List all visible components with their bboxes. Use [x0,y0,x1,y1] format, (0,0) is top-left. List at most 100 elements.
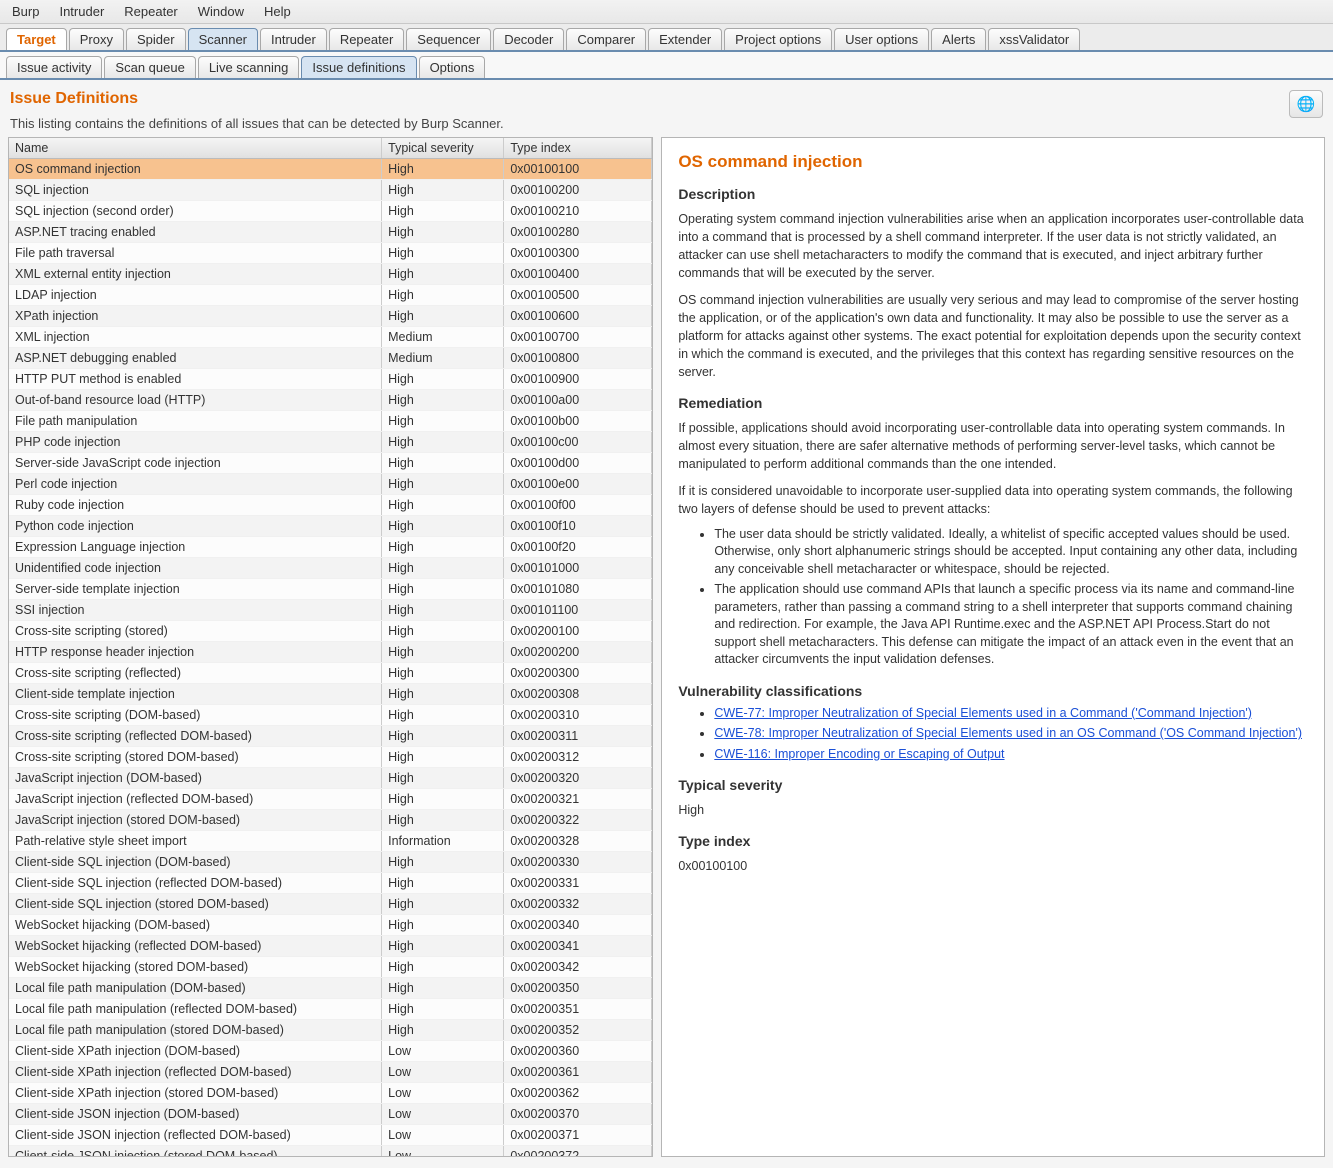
cell-type-index: 0x00200341 [504,936,652,956]
tab-proxy[interactable]: Proxy [69,28,124,50]
description-para-1: Operating system command injection vulne… [678,210,1308,283]
table-row[interactable]: Cross-site scripting (stored DOM-based)H… [9,747,652,768]
tab-intruder[interactable]: Intruder [260,28,327,50]
table-row[interactable]: Cross-site scripting (reflected DOM-base… [9,726,652,747]
subtab-options[interactable]: Options [419,56,486,78]
table-row[interactable]: Client-side SQL injection (DOM-based)Hig… [9,852,652,873]
cell-name: Client-side JSON injection (reflected DO… [9,1125,382,1145]
table-row[interactable]: JavaScript injection (DOM-based)High0x00… [9,768,652,789]
tab-project-options[interactable]: Project options [724,28,832,50]
table-row[interactable]: Client-side XPath injection (stored DOM-… [9,1083,652,1104]
table-row[interactable]: Server-side template injectionHigh0x0010… [9,579,652,600]
subtab-live-scanning[interactable]: Live scanning [198,56,300,78]
menu-burp[interactable]: Burp [6,2,45,21]
table-row[interactable]: Expression Language injectionHigh0x00100… [9,537,652,558]
table-row[interactable]: File path traversalHigh0x00100300 [9,243,652,264]
table-row[interactable]: Perl code injectionHigh0x00100e00 [9,474,652,495]
table-row[interactable]: Client-side SQL injection (reflected DOM… [9,873,652,894]
table-row[interactable]: Client-side XPath injection (DOM-based)L… [9,1041,652,1062]
table-row[interactable]: Client-side JSON injection (reflected DO… [9,1125,652,1146]
table-row[interactable]: XPath injectionHigh0x00100600 [9,306,652,327]
cell-severity: Low [382,1041,504,1061]
typical-severity-heading: Typical severity [678,777,1308,793]
cell-type-index: 0x00200100 [504,621,652,641]
table-body[interactable]: OS command injectionHigh0x00100100SQL in… [9,159,652,1156]
table-row[interactable]: PHP code injectionHigh0x00100c00 [9,432,652,453]
cell-severity: High [382,852,504,872]
table-row[interactable]: ASP.NET tracing enabledHigh0x00100280 [9,222,652,243]
table-row[interactable]: Server-side JavaScript code injectionHig… [9,453,652,474]
table-row[interactable]: Cross-site scripting (stored)High0x00200… [9,621,652,642]
table-row[interactable]: SQL injection (second order)High0x001002… [9,201,652,222]
cell-type-index: 0x00200322 [504,810,652,830]
menu-help[interactable]: Help [258,2,297,21]
table-row[interactable]: Client-side XPath injection (reflected D… [9,1062,652,1083]
table-row[interactable]: LDAP injectionHigh0x00100500 [9,285,652,306]
table-row[interactable]: Path-relative style sheet importInformat… [9,831,652,852]
tab-scanner[interactable]: Scanner [188,28,258,50]
table-row[interactable]: WebSocket hijacking (reflected DOM-based… [9,936,652,957]
table-row[interactable]: Python code injectionHigh0x00100f10 [9,516,652,537]
cell-severity: High [382,243,504,263]
table-row[interactable]: HTTP response header injectionHigh0x0020… [9,642,652,663]
tab-alerts[interactable]: Alerts [931,28,986,50]
table-row[interactable]: SQL injectionHigh0x00100200 [9,180,652,201]
table-row[interactable]: XML external entity injectionHigh0x00100… [9,264,652,285]
tab-decoder[interactable]: Decoder [493,28,564,50]
tab-comparer[interactable]: Comparer [566,28,646,50]
tab-repeater[interactable]: Repeater [329,28,404,50]
vuln-class-link[interactable]: CWE-116: Improper Encoding or Escaping o… [714,747,1004,761]
table-row[interactable]: SSI injectionHigh0x00101100 [9,600,652,621]
table-row[interactable]: Local file path manipulation (reflected … [9,999,652,1020]
col-header-type-index[interactable]: Type index [504,138,652,158]
globe-button[interactable]: 🌐 [1289,90,1323,118]
menu-window[interactable]: Window [192,2,250,21]
table-row[interactable]: HTTP PUT method is enabledHigh0x00100900 [9,369,652,390]
tab-extender[interactable]: Extender [648,28,722,50]
table-row[interactable]: Local file path manipulation (DOM-based)… [9,978,652,999]
table-row[interactable]: OS command injectionHigh0x00100100 [9,159,652,180]
table-row[interactable]: XML injectionMedium0x00100700 [9,327,652,348]
table-row[interactable]: Ruby code injectionHigh0x00100f00 [9,495,652,516]
table-row[interactable]: Cross-site scripting (DOM-based)High0x00… [9,705,652,726]
col-header-severity[interactable]: Typical severity [382,138,504,158]
cell-type-index: 0x00100c00 [504,432,652,452]
subtab-scan-queue[interactable]: Scan queue [104,56,195,78]
table-row[interactable]: Client-side SQL injection (stored DOM-ba… [9,894,652,915]
vuln-class-link[interactable]: CWE-78: Improper Neutralization of Speci… [714,726,1302,740]
table-row[interactable]: Client-side JSON injection (DOM-based)Lo… [9,1104,652,1125]
subtab-issue-definitions[interactable]: Issue definitions [301,56,416,78]
subtab-issue-activity[interactable]: Issue activity [6,56,102,78]
table-row[interactable]: JavaScript injection (stored DOM-based)H… [9,810,652,831]
tab-sequencer[interactable]: Sequencer [406,28,491,50]
col-header-name[interactable]: Name [9,138,382,158]
table-row[interactable]: Out-of-band resource load (HTTP)High0x00… [9,390,652,411]
cell-name: Client-side SQL injection (reflected DOM… [9,873,382,893]
table-row[interactable]: Client-side JSON injection (stored DOM-b… [9,1146,652,1156]
tab-xssvalidator[interactable]: xssValidator [988,28,1080,50]
table-row[interactable]: Cross-site scripting (reflected)High0x00… [9,663,652,684]
cell-severity: High [382,600,504,620]
table-row[interactable]: ASP.NET debugging enabledMedium0x0010080… [9,348,652,369]
menu-repeater[interactable]: Repeater [118,2,183,21]
table-row[interactable]: WebSocket hijacking (DOM-based)High0x002… [9,915,652,936]
tab-user-options[interactable]: User options [834,28,929,50]
table-row[interactable]: JavaScript injection (reflected DOM-base… [9,789,652,810]
vuln-class-link[interactable]: CWE-77: Improper Neutralization of Speci… [714,706,1252,720]
table-row[interactable]: Unidentified code injectionHigh0x0010100… [9,558,652,579]
cell-name: PHP code injection [9,432,382,452]
table-row[interactable]: WebSocket hijacking (stored DOM-based)Hi… [9,957,652,978]
cell-type-index: 0x00200351 [504,999,652,1019]
cell-severity: High [382,789,504,809]
tab-target[interactable]: Target [6,28,67,50]
table-row[interactable]: Local file path manipulation (stored DOM… [9,1020,652,1041]
cell-type-index: 0x00200332 [504,894,652,914]
cell-type-index: 0x00100f00 [504,495,652,515]
table-row[interactable]: File path manipulationHigh0x00100b00 [9,411,652,432]
table-row[interactable]: Client-side template injectionHigh0x0020… [9,684,652,705]
menu-intruder[interactable]: Intruder [53,2,110,21]
cell-severity: High [382,579,504,599]
cell-type-index: 0x00100900 [504,369,652,389]
tab-spider[interactable]: Spider [126,28,186,50]
cell-type-index: 0x00200352 [504,1020,652,1040]
